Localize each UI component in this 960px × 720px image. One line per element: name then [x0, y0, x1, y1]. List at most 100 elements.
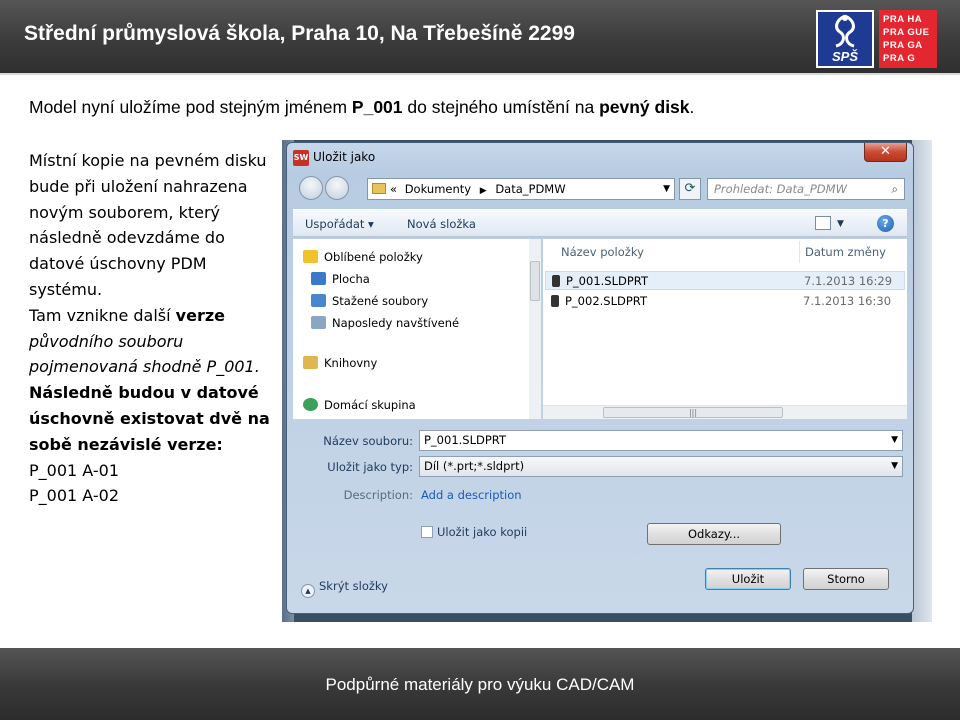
sps-logo: SPŠ [816, 10, 874, 68]
recent-places-icon [311, 316, 326, 329]
save-as-dialog: SW Uložit jako ✕ « Dokumenty ▶ Data_PDMW … [286, 142, 914, 614]
footer-text: Podpůrné materiály pro výuku CAD/CAM [325, 675, 635, 694]
scrollbar-thumb[interactable] [530, 261, 540, 301]
libraries-icon [303, 356, 318, 369]
nav-desktop[interactable]: Plocha [311, 269, 370, 289]
file-row[interactable]: P_001.SLDPRT 7.1.2013 16:29 [545, 271, 905, 290]
sldprt-file-icon [552, 275, 560, 287]
nav-recent[interactable]: Naposledy navštívené [311, 313, 459, 333]
column-divider[interactable] [799, 241, 800, 263]
file-date: 7.1.2013 16:30 [803, 294, 892, 308]
checkbox-label: Uložit jako kopii [437, 525, 528, 539]
sps-logo-text: SPŠ [831, 49, 858, 64]
intro-bold-filename: P_001 [351, 97, 403, 117]
paragraph-local-copy: Místní kopie na pevném disku bude při ul… [29, 151, 267, 299]
file-name: P_002.SLDPRT [565, 294, 647, 308]
chevron-up-icon: ▲ [301, 584, 315, 598]
intro-part: Model nyní uložíme pod stejným jménem [29, 97, 352, 117]
column-header-date[interactable]: Datum změny [805, 245, 886, 259]
nav-label: Oblíbené položky [324, 250, 423, 264]
prague-logo-line: PRA HA [883, 14, 923, 25]
save-dialog-screenshot: SW Uložit jako ✕ « Dokumenty ▶ Data_PDMW … [282, 140, 932, 622]
navigation-pane: Oblíbené položky Plocha Stažené soubory … [293, 239, 541, 419]
header-title: Střední průmyslová škola, Praha 10, Na T… [24, 22, 575, 45]
help-icon[interactable]: ? [877, 215, 894, 232]
nav-label: Naposledy navštívené [332, 316, 460, 330]
search-input[interactable]: Prohledat: Data_PDMW ⌕ [707, 178, 905, 200]
chevron-down-icon[interactable]: ▼ [891, 457, 898, 476]
forward-button[interactable] [325, 176, 349, 200]
desktop-icon [311, 272, 326, 285]
star-icon [303, 250, 318, 263]
slide-footer: Podpůrné materiály pro výuku CAD/CAM [0, 648, 960, 720]
dialog-caption: SW Uložit jako [293, 147, 375, 167]
organize-button[interactable]: Uspořádat ▾ [305, 210, 374, 238]
back-button[interactable] [299, 176, 323, 200]
breadcrumb-documents[interactable]: Dokumenty [405, 182, 471, 196]
chevron-down-icon[interactable]: ▼ [837, 210, 844, 238]
hide-folders-toggle[interactable]: ▲ Skrýt složky [301, 579, 388, 598]
text-run: Tam vznikne další [29, 305, 176, 325]
file-name: P_001.SLDPRT [566, 274, 648, 288]
column-header-name[interactable]: Název položky [561, 245, 644, 259]
search-placeholder: Prohledat: Data_PDMW [714, 182, 847, 196]
hide-folders-label: Skrýt složky [319, 579, 388, 593]
nav-scrollbar[interactable] [529, 239, 541, 419]
nav-label: Stažené soubory [332, 294, 429, 308]
homegroup-icon [303, 398, 318, 411]
checkbox-box[interactable] [421, 526, 433, 538]
intro-text: Model nyní uložíme pod stejným jménem P_… [29, 97, 929, 118]
prague-logo-line: PRA GUE [883, 27, 930, 38]
filename-value: P_001.SLDPRT [424, 433, 506, 447]
cancel-button[interactable]: Storno [803, 568, 889, 590]
save-button[interactable]: Uložit [705, 568, 791, 590]
search-icon: ⌕ [891, 182, 898, 196]
breadcrumb-overflow[interactable]: « [390, 182, 397, 196]
references-button[interactable]: Odkazy... [647, 523, 781, 545]
new-folder-button[interactable]: Nová složka [407, 210, 476, 238]
file-date: 7.1.2013 16:29 [804, 274, 893, 288]
chevron-right-icon: ▶ [479, 186, 487, 196]
chevron-down-icon[interactable]: ▼ [891, 431, 898, 450]
save-type-value: Díl (*.prt;*.sldprt) [424, 459, 525, 473]
intro-bold-location: pevný disk [599, 97, 690, 117]
solidworks-icon: SW [293, 149, 309, 166]
save-as-copy-checkbox[interactable]: Uložit jako kopii [421, 525, 527, 539]
nav-label: Knihovny [324, 356, 378, 370]
nav-label: Domácí skupina [324, 398, 416, 412]
nav-downloads[interactable]: Stažené soubory [311, 291, 428, 311]
folder-icon [372, 183, 386, 194]
file-list-hscrollbar[interactable]: ||| [543, 405, 907, 419]
text-bold: verze [175, 305, 226, 325]
version-item: P_001 A-02 [29, 486, 119, 506]
close-button[interactable]: ✕ [864, 143, 907, 162]
address-bar[interactable]: « Dokumenty ▶ Data_PDMW ▼ [367, 178, 675, 200]
nav-favorites[interactable]: Oblíbené položky [303, 247, 423, 267]
file-row[interactable]: P_002.SLDPRT 7.1.2013 16:30 [545, 292, 905, 311]
prague-logo: PRA HA PRA GUE PRA GA PRA G [879, 10, 937, 68]
slide-header: Střední průmyslová škola, Praha 10, Na T… [0, 0, 960, 75]
downloads-icon [311, 294, 326, 307]
dialog-title: Uložit jako [313, 150, 376, 164]
prague-logo-line: PRA GA [883, 40, 923, 51]
nav-homegroup[interactable]: Domácí skupina [303, 395, 416, 415]
background-window-strip [912, 140, 932, 622]
nav-libraries[interactable]: Knihovny [303, 353, 377, 373]
save-type-label: Uložit jako typ: [327, 460, 413, 474]
dialog-toolbar: Uspořádat ▾ Nová složka ▼ ? [293, 209, 907, 237]
version-item: P_001 A-01 [29, 460, 119, 480]
chevron-down-icon[interactable]: ▼ [663, 179, 670, 199]
paragraph-two-versions: Následně budou v datové úschovně existov… [29, 383, 270, 454]
nav-label: Plocha [332, 272, 370, 286]
intro-part: . [689, 97, 695, 117]
scrollbar-thumb[interactable]: ||| [603, 407, 783, 418]
save-type-select[interactable]: Díl (*.prt;*.sldprt) ▼ [419, 456, 903, 477]
view-options-icon[interactable] [815, 216, 831, 230]
breadcrumb-data-pdmw[interactable]: Data_PDMW [495, 182, 565, 196]
add-description-link[interactable]: Add a description [421, 488, 522, 502]
text-italic: původního souboru pojmenovaná shodně P_0… [29, 331, 260, 377]
prague-logo-line: PRA G [883, 53, 916, 64]
refresh-button[interactable]: ⟳ [679, 178, 701, 200]
description-label: Description: [343, 488, 413, 502]
filename-field[interactable]: P_001.SLDPRT ▼ [419, 430, 903, 451]
